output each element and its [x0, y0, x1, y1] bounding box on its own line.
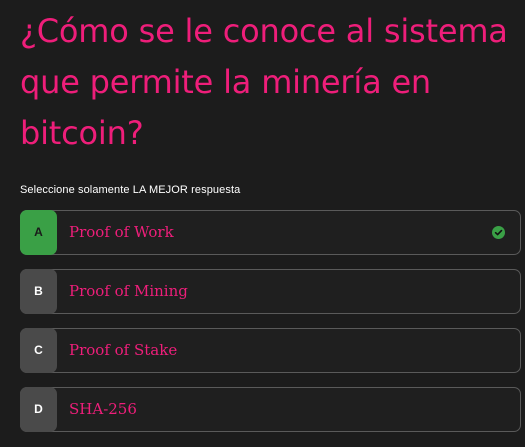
option-b[interactable]: B Proof of Mining: [20, 269, 521, 314]
option-label: SHA-256: [69, 400, 137, 418]
check-circle-icon: [492, 226, 505, 239]
option-label: Proof of Work: [69, 223, 174, 241]
option-label: Proof of Mining: [69, 282, 188, 300]
option-label: Proof of Stake: [69, 341, 178, 359]
option-d[interactable]: D SHA-256: [20, 387, 521, 432]
answer-options: A Proof of Work B Proof of Mining C Proo…: [20, 210, 521, 446]
question-title: ¿Cómo se le conoce al sistema que permit…: [20, 12, 508, 152]
option-a[interactable]: A Proof of Work: [20, 210, 521, 255]
option-c[interactable]: C Proof of Stake: [20, 328, 521, 373]
option-letter-badge: D: [20, 387, 57, 432]
option-letter-badge: C: [20, 328, 57, 373]
instruction-text: Seleccione solamente LA MEJOR respuesta: [20, 184, 241, 196]
option-letter-badge: B: [20, 269, 57, 314]
option-letter-badge: A: [20, 210, 57, 255]
